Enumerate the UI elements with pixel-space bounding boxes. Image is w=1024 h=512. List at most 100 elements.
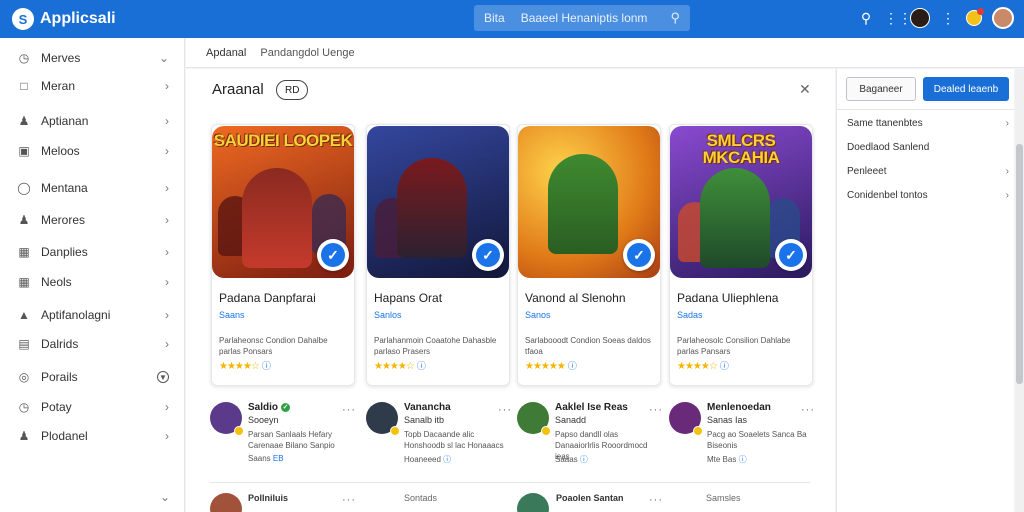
- user-name[interactable]: Pollniluis: [248, 493, 288, 503]
- avatar[interactable]: [210, 493, 242, 512]
- sidebar-item-aptianan[interactable]: ♟ Aptianan ›: [0, 109, 185, 133]
- info-icon[interactable]: ⓘ: [417, 361, 426, 371]
- panel-item[interactable]: Conidenbel tontos ›: [847, 190, 1009, 201]
- search-icon[interactable]: ⚲: [858, 10, 874, 27]
- search-icon[interactable]: ⚲: [670, 10, 680, 26]
- app-card[interactable]: SAUDIEI LOOPEK ✓ Padana Danpfarai Saans …: [211, 124, 355, 386]
- profile-avatar[interactable]: [992, 7, 1014, 29]
- sidebar-item-label: Dalrids: [41, 337, 79, 351]
- chevron-right-icon[interactable]: ›: [1006, 118, 1009, 129]
- primary-button[interactable]: Dealed leaenb: [923, 77, 1009, 101]
- top-actions: ⚲ ⋮⋮ ⋮: [858, 7, 1014, 29]
- user-avatar[interactable]: [910, 8, 930, 28]
- scrollbar[interactable]: [1015, 69, 1024, 512]
- grid-icon: ▦: [18, 275, 30, 289]
- chevron-right-icon[interactable]: ›: [165, 337, 169, 351]
- sidebar-item-merves[interactable]: ◷ Merves ⌄: [0, 46, 185, 70]
- more-horiz-icon[interactable]: ···: [498, 404, 512, 416]
- info-icon[interactable]: ⓘ: [443, 455, 451, 464]
- search-input[interactable]: Bita Baaeel Henaniptis lonm ⚲: [474, 5, 690, 31]
- secondary-button[interactable]: Baganeer: [846, 77, 916, 101]
- check-icon: ✓: [321, 243, 345, 267]
- chevron-right-icon[interactable]: ›: [165, 245, 169, 259]
- sidebar-item-plodanel[interactable]: ♟ Plodanel ›: [0, 424, 185, 448]
- sidebar-item-danplies[interactable]: ▦ Danplies ›: [0, 240, 185, 264]
- chevron-right-icon[interactable]: ›: [165, 79, 169, 93]
- sidebar-item-merores[interactable]: ♟ Merores ›: [0, 208, 185, 232]
- user-subtitle: Sanalb itb: [404, 415, 445, 425]
- chevron-right-icon[interactable]: ›: [165, 275, 169, 289]
- panel-item[interactable]: Doedlaod Sanlend: [847, 142, 1009, 153]
- more-vert-icon[interactable]: ⋮: [940, 10, 956, 27]
- info-icon[interactable]: ⓘ: [568, 361, 577, 371]
- more-horiz-icon[interactable]: ···: [649, 404, 663, 416]
- divider: [837, 109, 1015, 110]
- rating-stars: ★★★★★: [525, 361, 566, 372]
- app-category[interactable]: Sanos: [525, 310, 551, 320]
- sidebar-item-aptifanolagni[interactable]: ▲ Aptifanolagni ›: [0, 303, 185, 327]
- app-category[interactable]: Saans: [219, 310, 245, 320]
- chevron-circle-icon[interactable]: ▼: [157, 371, 169, 383]
- panel-item[interactable]: Same ttanenbtes ›: [847, 118, 1009, 129]
- chevron-right-icon[interactable]: ›: [165, 400, 169, 414]
- verified-badge: ✓: [317, 239, 349, 271]
- sidebar-item-mentana[interactable]: ◯ Mentana ›: [0, 176, 185, 200]
- search-scope[interactable]: Bita: [484, 11, 505, 25]
- sidebar-item-label: Neols: [41, 275, 72, 289]
- right-panel: Baganeer Dealed leaenb Same ttanenbtes ›…: [836, 69, 1015, 512]
- breadcrumb-item[interactable]: Apdanal: [206, 47, 246, 59]
- apps-grid-icon[interactable]: ⋮⋮: [884, 10, 912, 27]
- app-category[interactable]: Sanlos: [374, 310, 402, 320]
- more-horiz-icon[interactable]: ···: [342, 404, 356, 416]
- coin-notification-icon[interactable]: [966, 8, 984, 26]
- app-logo[interactable]: S Applicsali: [12, 8, 116, 30]
- chevron-right-icon[interactable]: ›: [165, 308, 169, 322]
- sidebar-item-label: Potay: [41, 400, 72, 414]
- sidebar-item-meloos[interactable]: ▣ Meloos ›: [0, 139, 185, 163]
- sidebar-item-porails[interactable]: ◎ Porails ▼: [0, 365, 185, 389]
- info-icon[interactable]: ⓘ: [720, 361, 729, 371]
- star-rating: ★★★★☆ ⓘ: [219, 359, 271, 372]
- panel-item-label: Doedlaod Sanlend: [847, 142, 930, 153]
- user-item[interactable]: Aaklel Ise Reas Sanadd Papso dandll olas…: [517, 402, 667, 472]
- artwork-title: SAUDIEI LOOPEK: [213, 131, 353, 150]
- section-label: Samsles: [706, 493, 741, 503]
- app-card[interactable]: ✓ Vanond al Slenohn Sanos Sarlabooodt Co…: [517, 124, 661, 386]
- sidebar-item-dalrids[interactable]: ▤ Dalrids ›: [0, 332, 185, 356]
- user-name[interactable]: Poaolen Santan: [556, 493, 624, 503]
- chevron-right-icon[interactable]: ›: [1006, 166, 1009, 177]
- more-horiz-icon[interactable]: ···: [342, 494, 356, 506]
- app-category[interactable]: Sadas: [677, 310, 703, 320]
- info-icon[interactable]: ⓘ: [580, 455, 588, 464]
- app-card[interactable]: ✓ Hapans Orat Sanlos Parlahanmoin Coaato…: [366, 124, 510, 386]
- meta-value[interactable]: EB: [273, 454, 284, 463]
- panel-item[interactable]: Penleeet ›: [847, 166, 1009, 177]
- more-horiz-icon[interactable]: ···: [801, 404, 815, 416]
- sidebar-item-meran[interactable]: □ Meran ›: [0, 74, 185, 98]
- count-badge: RD: [276, 80, 309, 100]
- info-icon[interactable]: ⓘ: [739, 455, 747, 464]
- sidebar-item-potay[interactable]: ◷ Potay ›: [0, 395, 185, 419]
- app-card[interactable]: SMLCRS MKCAHIA ✓ Padana Uliephlena Sadas…: [669, 124, 813, 386]
- chevron-down-icon[interactable]: ⌄: [160, 490, 170, 504]
- chevron-right-icon[interactable]: ›: [165, 181, 169, 195]
- search-value[interactable]: Baaeel Henaniptis lonm: [521, 11, 671, 25]
- sidebar-item-neols[interactable]: ▦ Neols ›: [0, 270, 185, 294]
- chevron-right-icon[interactable]: ›: [165, 213, 169, 227]
- chevron-right-icon[interactable]: ›: [165, 114, 169, 128]
- chevron-down-icon[interactable]: ⌄: [159, 51, 169, 65]
- chevron-right-icon[interactable]: ›: [165, 429, 169, 443]
- user-item[interactable]: Vanancha Sanalb itb Topb Dacaande alic H…: [366, 402, 516, 472]
- chevron-right-icon[interactable]: ›: [1006, 190, 1009, 201]
- more-horiz-icon[interactable]: ···: [649, 494, 663, 506]
- breadcrumb-item[interactable]: Pandangdol Uenge: [260, 47, 354, 59]
- info-icon[interactable]: ⓘ: [262, 361, 271, 371]
- user-subtitle: Sooeyn: [248, 415, 279, 425]
- chevron-right-icon[interactable]: ›: [165, 144, 169, 158]
- scrollbar-thumb[interactable]: [1016, 144, 1023, 384]
- close-icon[interactable]: ✕: [799, 81, 811, 98]
- user-item[interactable]: Menlenoedan Sanas Ias Pacg ao Soaelets S…: [669, 402, 819, 472]
- avatar[interactable]: [517, 493, 549, 512]
- character-figure: [700, 168, 770, 268]
- user-item[interactable]: Saldio ✓ Sooeyn Parsan Sanlaals Hefary Ca…: [210, 402, 360, 472]
